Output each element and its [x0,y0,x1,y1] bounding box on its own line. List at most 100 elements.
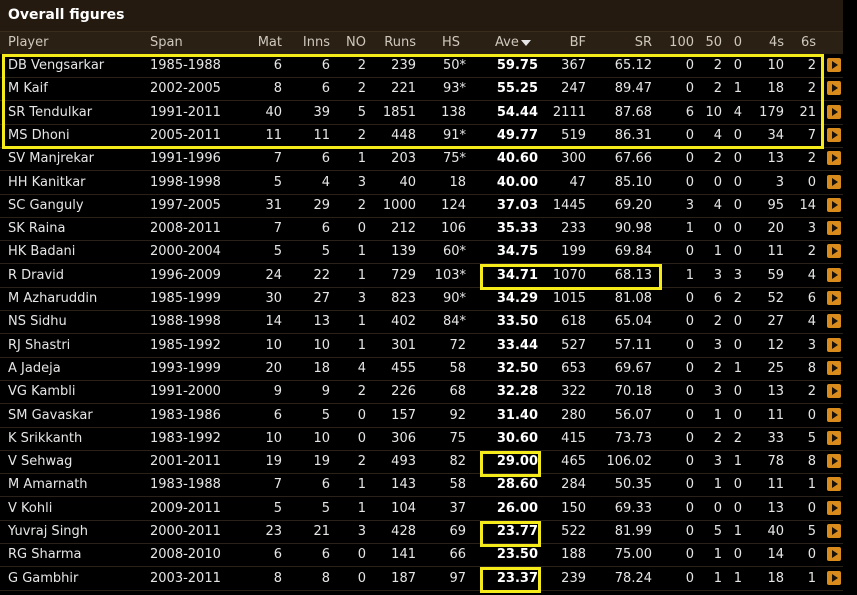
cell-runs: 221 [391,81,416,97]
header-runs[interactable]: Runs [374,35,416,50]
expand-arrow-icon[interactable] [827,314,841,329]
expand-arrow-icon[interactable] [827,337,841,352]
header-no[interactable]: NO [336,35,366,50]
cell-runs: 402 [391,314,416,330]
cell-player[interactable]: SK Raina [8,221,148,236]
expand-arrow-icon[interactable] [827,244,841,259]
cell-hs: 68 [449,384,466,400]
expand-arrow-icon[interactable] [827,197,841,212]
cell-player[interactable]: R Dravid [8,268,148,283]
table-row: VG Kambli 1991-2000 9 9 2 226 68 32.28 322 70.18 0… [0,381,843,405]
header-player[interactable]: Player [8,35,48,50]
table-row: Yuvraj Singh 2000-2011 23 21 3 428 69 23.77 522 8… [0,521,843,544]
cell-player[interactable]: SM Gavaskar [8,408,148,423]
cell-mat: 6 [273,58,282,73]
cell-player[interactable]: M Kaif [8,81,148,96]
cell-no: 2 [357,384,366,400]
cell-player[interactable]: DB Vengsarkar [8,58,148,73]
expand-arrow-icon[interactable] [827,547,841,562]
header-0[interactable]: 0 [728,35,742,50]
cell-runs: 306 [391,430,416,446]
expand-arrow-icon[interactable] [827,104,841,119]
cell-h50: 3 [713,337,722,353]
cell-fours: 59 [767,267,784,283]
cell-zero: 0 [733,477,742,493]
expand-arrow-icon[interactable] [827,454,841,469]
cell-sr: 75.00 [614,547,652,563]
cell-h50: 2 [713,314,722,330]
cell-zero: 0 [733,314,742,330]
table-row: RJ Shastri 1985-1992 10 10 1 301 72 33.44 527 57.… [0,335,843,358]
header-bf[interactable]: BF [548,35,586,50]
cell-fours: 3 [775,174,784,190]
expand-arrow-icon[interactable] [827,477,841,492]
expand-arrow-icon[interactable] [827,500,841,515]
cell-span: 1991-2011 [150,104,221,120]
cell-player[interactable]: K Srikkanth [8,431,148,446]
expand-arrow-icon[interactable] [827,174,841,189]
expand-arrow-icon[interactable] [827,127,841,142]
cell-player[interactable]: G Gambhir [8,571,148,586]
cell-player[interactable]: VG Kambli [8,384,148,399]
header-inns[interactable]: Inns [286,35,330,50]
expand-arrow-icon[interactable] [827,407,841,422]
expand-arrow-icon[interactable] [827,267,841,282]
header-6s[interactable]: 6s [794,35,816,50]
cell-player[interactable]: RG Sharma [8,547,148,562]
expand-arrow-icon[interactable] [827,360,841,375]
cell-player[interactable]: SV Manjrekar [8,151,148,166]
cell-mat: 5 [273,174,282,190]
cell-inns: 6 [321,81,330,97]
cell-player[interactable]: M Azharuddin [8,291,148,306]
expand-arrow-icon[interactable] [827,430,841,445]
header-mat[interactable]: Mat [240,35,282,50]
cell-player[interactable]: M Amarnath [8,477,148,492]
cell-player[interactable]: HH Kanitkar [8,175,148,190]
cell-zero: 0 [733,547,742,563]
cell-player[interactable]: NS Sidhu [8,314,148,329]
cell-player[interactable]: V Sehwag [8,454,148,469]
header-ave[interactable]: Ave [495,35,531,50]
cell-h50: 2 [713,58,722,73]
expand-arrow-icon[interactable] [827,291,841,305]
cell-hs: 72 [449,337,466,353]
expand-arrow-icon[interactable] [827,81,841,96]
cell-inns: 39 [313,104,330,120]
header-sr[interactable]: SR [610,35,652,50]
expand-arrow-icon[interactable] [827,570,841,585]
header-hs[interactable]: HS [426,35,460,50]
cell-inns: 11 [313,127,330,143]
cell-mat: 11 [265,127,282,143]
cell-ave: 29.00 [496,454,538,470]
cell-sixes: 0 [807,407,816,423]
cell-runs: 1000 [382,197,416,213]
cell-span: 2000-2011 [150,524,221,539]
cell-player[interactable]: Yuvraj Singh [8,524,148,539]
cell-player[interactable]: V Kohli [8,501,148,516]
cell-player[interactable]: SC Ganguly [8,198,148,213]
cell-sixes: 7 [807,127,816,143]
cell-runs: 493 [391,454,416,470]
header-50[interactable]: 50 [700,35,722,50]
cell-fours: 11 [767,407,784,423]
header-100[interactable]: 100 [664,35,694,50]
cell-span: 2005-2011 [150,127,221,143]
cell-inns: 18 [313,360,330,376]
cell-player[interactable]: HK Badani [8,244,148,259]
header-4s[interactable]: 4s [760,35,784,50]
expand-arrow-icon[interactable] [827,58,841,72]
expand-arrow-icon[interactable] [827,524,841,538]
expand-arrow-icon[interactable] [827,151,841,166]
cell-player[interactable]: SR Tendulkar [8,105,148,120]
cell-player[interactable]: RJ Shastri [8,338,148,353]
cell-player[interactable]: MS Dhoni [8,128,148,143]
expand-arrow-icon[interactable] [827,384,841,399]
expand-arrow-icon[interactable] [827,221,841,236]
cell-fours: 13 [767,500,784,516]
cell-h50: 1 [713,547,722,563]
cell-no: 1 [357,244,366,260]
header-span[interactable]: Span [150,35,183,50]
cell-zero: 1 [733,81,742,97]
cell-player[interactable]: A Jadeja [8,361,148,376]
cell-h100: 0 [685,244,694,260]
